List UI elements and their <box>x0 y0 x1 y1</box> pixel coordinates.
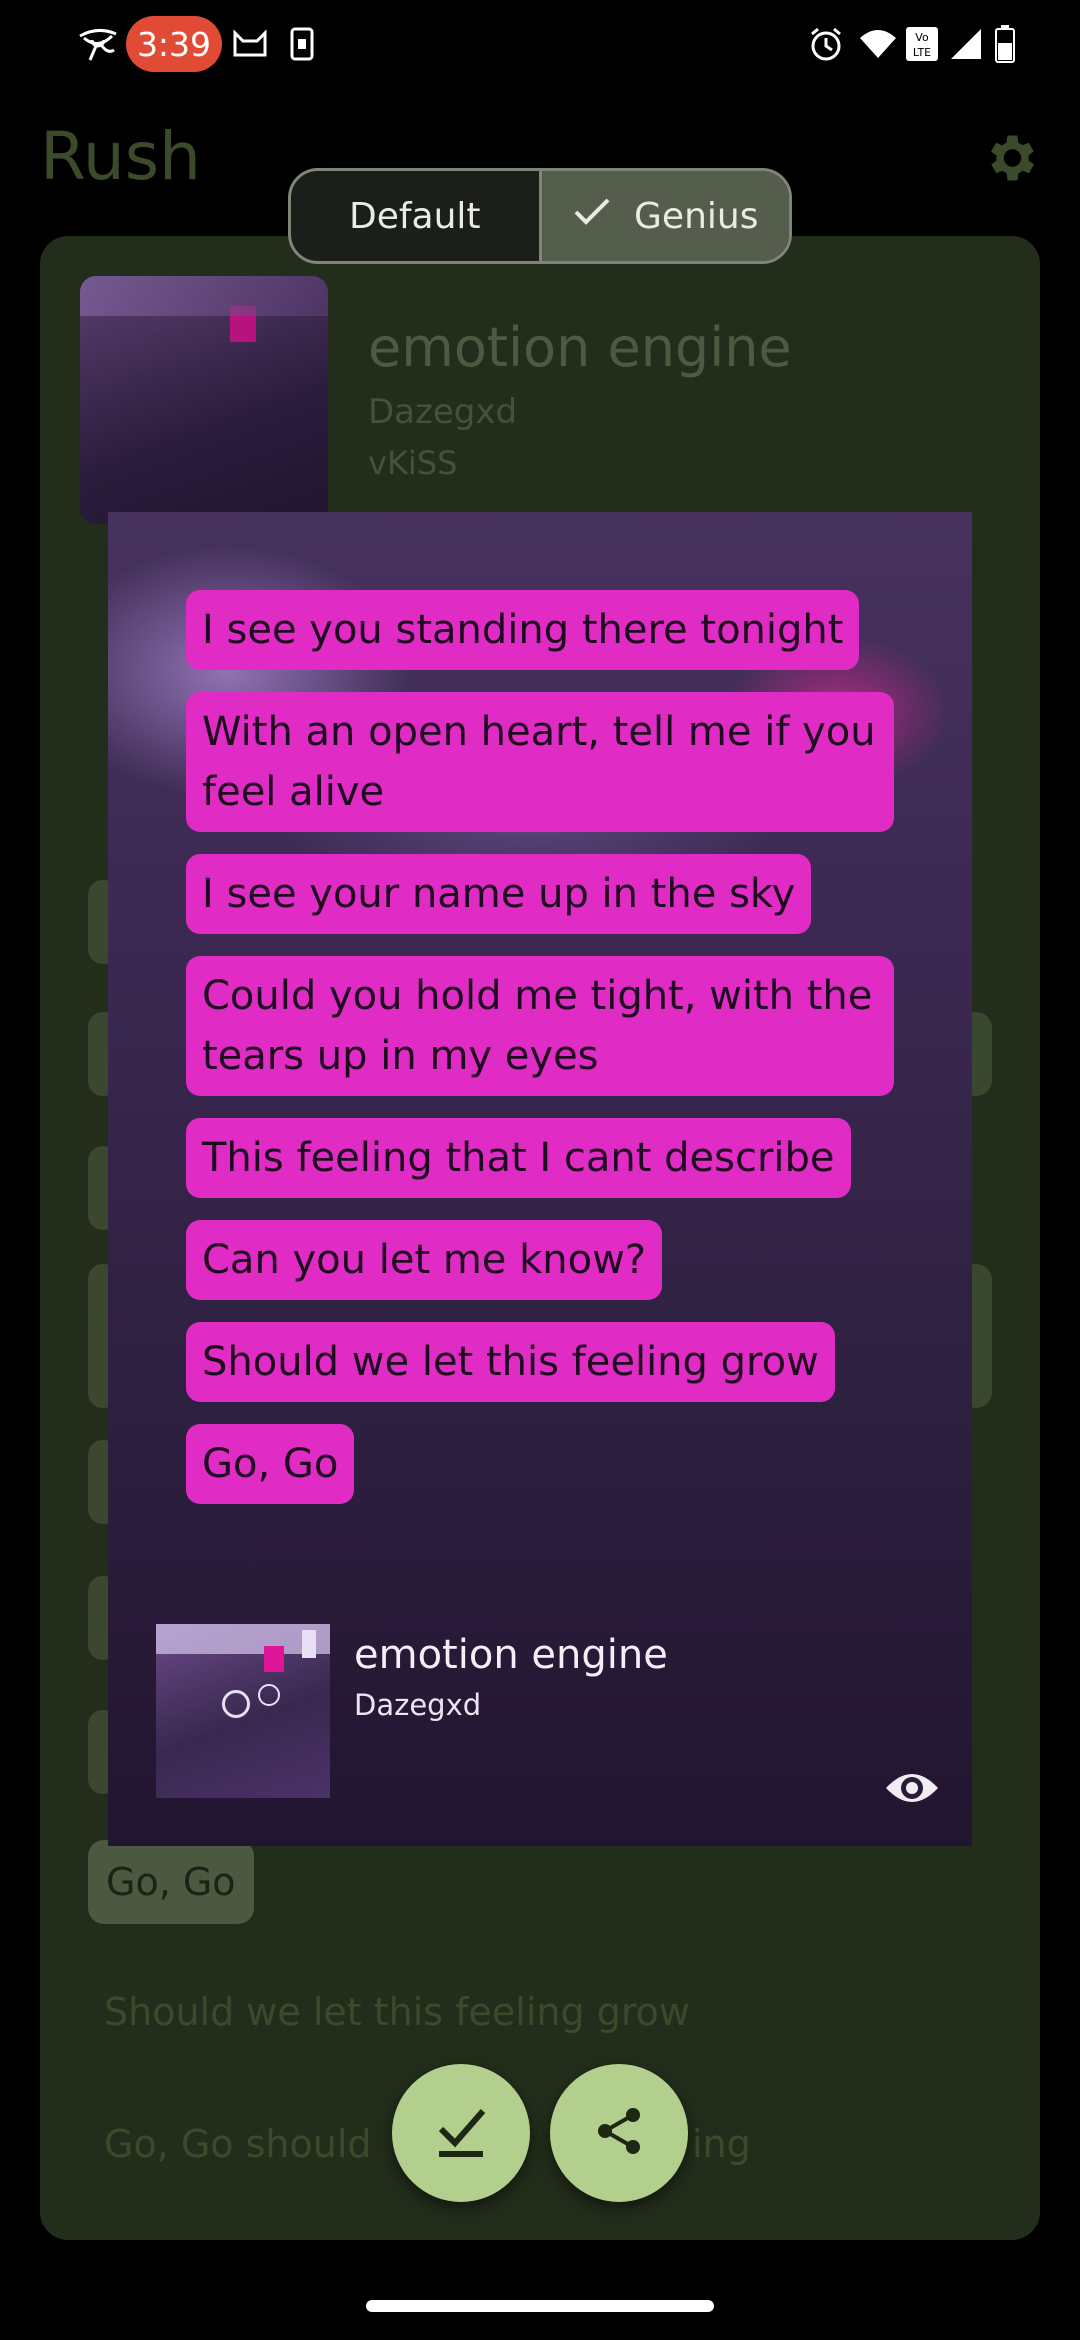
default-option-button[interactable]: Default <box>291 171 542 261</box>
check-icon <box>572 196 612 237</box>
app-title: Rush <box>40 118 201 195</box>
song-artist: Dazegxd <box>368 392 518 432</box>
status-bar: 3:39 Vo LTE <box>0 0 1080 90</box>
genius-option-label: Genius <box>634 195 759 237</box>
clock: 3:39 <box>126 16 222 72</box>
preview-lyric: Should we let this feeling grow <box>186 1322 835 1402</box>
lyric-chip-selected[interactable]: Go, Go <box>88 1840 254 1924</box>
eye-icon[interactable] <box>884 1768 940 1808</box>
preview-lyric: Can you let me know? <box>186 1220 663 1300</box>
preview-artist: Dazegxd <box>354 1688 482 1722</box>
cat-icon <box>228 22 272 66</box>
lyrics-source-toggle: Default Genius <box>288 168 792 264</box>
album-art <box>80 276 328 524</box>
volte-icon: Vo LTE <box>904 22 940 66</box>
preview-lyric: With an open heart, tell me if you feel … <box>186 692 894 832</box>
song-title: emotion engine <box>368 316 792 379</box>
preview-song-title: emotion engine <box>354 1632 668 1678</box>
lyric-line-start[interactable]: Go, Go should <box>104 2122 372 2166</box>
download-check-icon <box>431 2101 491 2165</box>
wifi-icon <box>856 22 900 66</box>
preview-album-art <box>156 1624 330 1798</box>
preview-lyric: Go, Go <box>186 1424 355 1504</box>
preview-lyric: I see you standing there tonight <box>186 590 860 670</box>
signal-icon <box>948 22 984 66</box>
eye-of-horus-icon <box>76 22 120 66</box>
save-button[interactable] <box>392 2064 530 2202</box>
svg-text:Vo: Vo <box>915 31 929 44</box>
battery-icon <box>992 22 1018 66</box>
gear-icon[interactable] <box>980 128 1040 188</box>
lyrics-share-preview: I see you standing there tonight With an… <box>108 512 972 1846</box>
preview-lyric: This feeling that I cant describe <box>186 1118 851 1198</box>
share-button[interactable] <box>550 2064 688 2202</box>
default-option-label: Default <box>348 195 481 237</box>
lyric-line-end[interactable]: ing <box>692 2122 751 2166</box>
lyric-line[interactable]: Should we let this feeling grow <box>104 1990 690 2034</box>
preview-lyrics-list: I see you standing there tonight With an… <box>186 590 906 1526</box>
alarm-icon <box>806 22 846 66</box>
share-icon <box>591 2103 647 2163</box>
preview-lyric: Could you hold me tight, with the tears … <box>186 956 894 1096</box>
song-album: vKiSS <box>368 444 458 482</box>
preview-lyric: I see your name up in the sky <box>186 854 812 934</box>
genius-option-button[interactable]: Genius <box>541 171 789 261</box>
sim-icon <box>286 22 318 66</box>
svg-text:LTE: LTE <box>913 46 931 59</box>
home-indicator[interactable] <box>366 2300 714 2312</box>
